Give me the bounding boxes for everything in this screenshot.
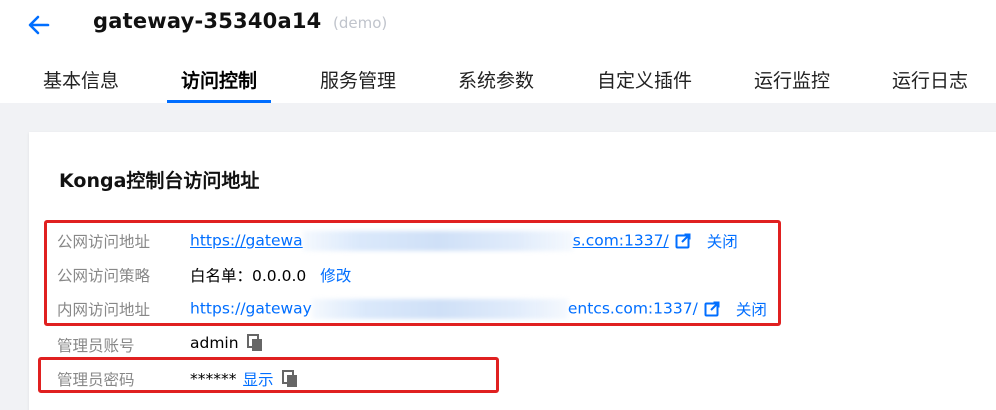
- row-public-policy: 公网访问策略 白名单：0.0.0.0 修改: [29, 262, 929, 288]
- public-policy-label: 公网访问策略: [57, 267, 151, 285]
- private-url-prefix: https://gateway: [190, 299, 312, 318]
- tab-custom-plugins[interactable]: 自定义插件: [597, 66, 692, 103]
- public-policy-value: 白名单：0.0.0.0 修改: [190, 264, 351, 286]
- admin-password-value: ****** 显示: [190, 368, 298, 390]
- external-link-icon[interactable]: [704, 301, 720, 317]
- private-address-value: https://gateway entcs.com:1337/ 关闭: [190, 298, 767, 320]
- tab-logs[interactable]: 运行日志: [892, 66, 968, 103]
- public-address-link[interactable]: https://gatewa s.com:1337/: [190, 231, 669, 251]
- tab-system-params[interactable]: 系统参数: [458, 66, 534, 103]
- tab-bar: 基本信息 访问控制 服务管理 系统参数 自定义插件 运行监控 运行日志: [0, 66, 996, 103]
- public-address-value: https://gatewa s.com:1337/ 关闭: [190, 230, 738, 252]
- admin-password-label: 管理员密码: [57, 371, 135, 389]
- masked-password: ******: [190, 370, 237, 388]
- tab-basic-info[interactable]: 基本信息: [43, 66, 119, 103]
- admin-account-value: admin: [190, 334, 263, 352]
- redacted-url-blur: [302, 231, 573, 251]
- redacted-url-blur: [311, 299, 568, 319]
- public-url-prefix: https://gatewa: [190, 231, 303, 250]
- back-arrow-icon[interactable]: [26, 12, 52, 38]
- private-url-suffix: entcs.com:1337/: [567, 299, 698, 318]
- row-admin-password: 管理员密码 ****** 显示: [29, 366, 929, 392]
- private-address-link[interactable]: https://gateway entcs.com:1337/: [190, 299, 698, 319]
- external-link-icon[interactable]: [675, 233, 691, 249]
- konga-access-card: Konga控制台访问地址 公网访问地址 https://gatewa s.com:…: [29, 132, 996, 410]
- admin-username: admin: [190, 334, 239, 352]
- copy-icon[interactable]: [246, 334, 263, 352]
- copy-icon[interactable]: [281, 370, 298, 388]
- whitelist-value: 白名单：0.0.0.0: [190, 267, 307, 285]
- private-address-label: 内网访问地址: [57, 301, 151, 319]
- public-url-suffix: s.com:1337/: [572, 231, 669, 250]
- admin-account-label: 管理员账号: [57, 337, 135, 355]
- card-title: Konga控制台访问地址: [59, 170, 260, 192]
- public-address-label: 公网访问地址: [57, 233, 151, 251]
- show-password-button[interactable]: 显示: [243, 368, 274, 390]
- page-title: gateway-35340a14: [93, 9, 322, 33]
- public-address-close-button[interactable]: 关闭: [707, 230, 738, 252]
- tab-access-control[interactable]: 访问控制: [166, 66, 272, 103]
- tab-service-management[interactable]: 服务管理: [320, 66, 396, 103]
- private-address-close-button[interactable]: 关闭: [736, 298, 767, 320]
- modify-policy-button[interactable]: 修改: [320, 264, 351, 286]
- row-admin-account: 管理员账号 admin: [29, 332, 929, 358]
- row-public-address: 公网访问地址 https://gatewa s.com:1337/ 关闭: [29, 228, 929, 254]
- top-bar: gateway-35340a14 (demo) 基本信息 访问控制 服务管理 系…: [0, 0, 996, 103]
- environment-tag: (demo): [333, 14, 388, 32]
- tab-monitoring[interactable]: 运行监控: [754, 66, 830, 103]
- row-private-address: 内网访问地址 https://gateway entcs.com:1337/ 关闭: [29, 296, 929, 322]
